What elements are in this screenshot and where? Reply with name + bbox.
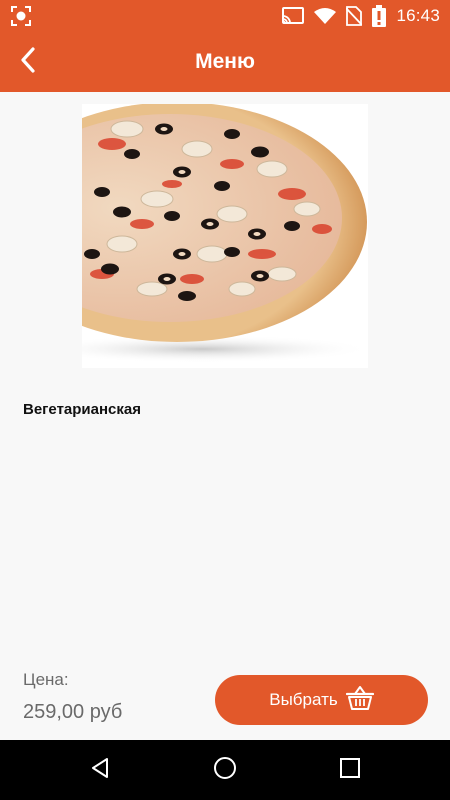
product-name: Вегетарианская xyxy=(23,401,141,418)
basket-icon xyxy=(345,685,374,716)
battery-icon xyxy=(372,5,387,27)
page-title: Меню xyxy=(195,50,255,73)
screenshot-icon xyxy=(10,5,32,27)
nav-recents-button[interactable] xyxy=(334,754,366,786)
price-value: 259,00 руб xyxy=(23,701,123,723)
back-button[interactable] xyxy=(10,44,46,80)
choose-button-label: Выбрать xyxy=(269,690,338,709)
recents-square-icon xyxy=(339,757,361,784)
nav-back-button[interactable] xyxy=(84,754,116,786)
status-bar: 16:43 xyxy=(0,0,450,32)
no-sim-icon xyxy=(346,6,363,26)
chevron-left-icon xyxy=(18,46,38,79)
cast-icon xyxy=(282,7,305,25)
clock: 16:43 xyxy=(396,6,440,25)
navigation-bar xyxy=(0,740,450,800)
home-circle-icon xyxy=(212,755,238,786)
nav-home-button[interactable] xyxy=(209,754,241,786)
app-bar: Меню xyxy=(0,32,450,92)
back-triangle-icon xyxy=(88,756,112,785)
pizza-photo xyxy=(82,104,368,368)
price-label: Цена: xyxy=(23,670,69,689)
wifi-icon xyxy=(314,7,337,25)
choose-button[interactable]: Выбрать xyxy=(215,675,428,725)
